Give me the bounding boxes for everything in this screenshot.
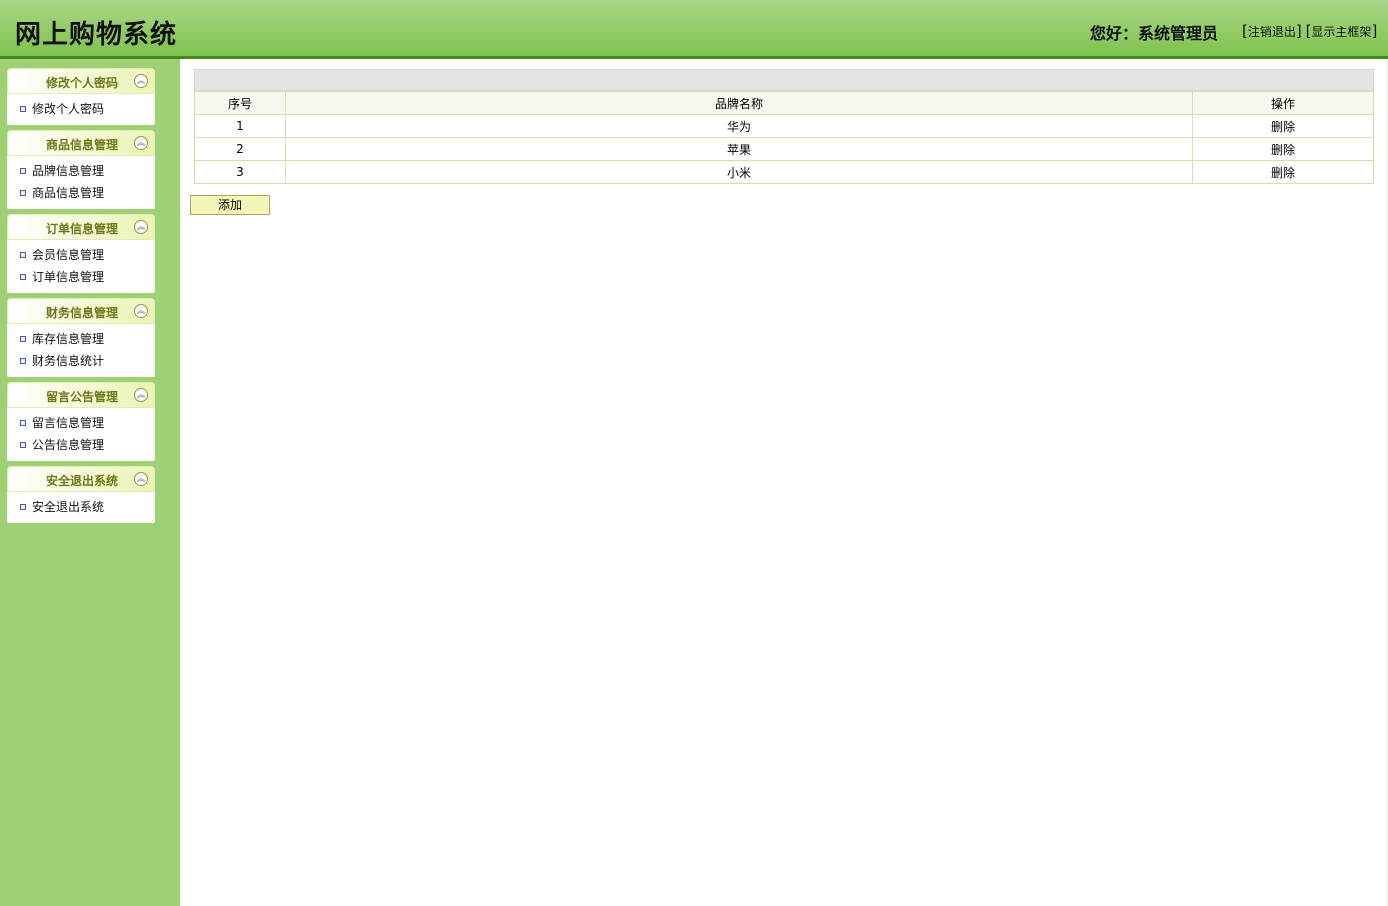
menu-item-label: 公告信息管理: [32, 438, 105, 452]
sidebar-item-messages[interactable]: 留言信息管理: [7, 412, 155, 434]
bullet-icon: [20, 168, 26, 174]
table-row: 1 华为 删除: [194, 114, 1374, 138]
menu-item-label: 品牌信息管理: [32, 164, 105, 178]
menu-item-label: 修改个人密码: [32, 102, 105, 116]
panel-header[interactable]: 订单信息管理 ︽: [7, 214, 155, 240]
delete-link[interactable]: 删除: [1192, 137, 1374, 161]
panel-header[interactable]: 修改个人密码 ︽: [7, 68, 155, 94]
menu-item-label: 财务信息统计: [32, 354, 105, 368]
collapse-icon[interactable]: ︽: [134, 304, 148, 318]
sidebar-item-finance-stats[interactable]: 财务信息统计: [7, 350, 155, 372]
bullet-icon: [20, 274, 26, 280]
logout-link[interactable]: 注销退出: [1248, 25, 1296, 39]
top-header: 网上购物系统 您好：系统管理员 [注销退出] [显示主框架]: [0, 0, 1388, 56]
sidebar-item-change-password[interactable]: 修改个人密码: [7, 98, 155, 120]
add-button[interactable]: 添加: [190, 195, 270, 215]
collapse-icon[interactable]: ︽: [134, 220, 148, 234]
menu-item-label: 留言信息管理: [32, 416, 105, 430]
sidebar-item-notices[interactable]: 公告信息管理: [7, 434, 155, 456]
sidebar-panel-goods: 商品信息管理 ︽ 品牌信息管理 商品信息管理: [7, 130, 155, 209]
collapse-icon[interactable]: ︽: [134, 472, 148, 486]
row-brand-name: 华为: [285, 114, 1193, 138]
table-caption-bar: [194, 69, 1374, 91]
menu-item-label: 安全退出系统: [32, 500, 105, 514]
sidebar-item-goods[interactable]: 商品信息管理: [7, 182, 155, 204]
main-content: 序号 品牌名称 操作 1 华为 删除 2 苹果 删除 3 小米 删除 添加: [180, 59, 1388, 906]
collapse-icon[interactable]: ︽: [134, 388, 148, 402]
sidebar-item-members[interactable]: 会员信息管理: [7, 244, 155, 266]
menu-item-label: 订单信息管理: [32, 270, 105, 284]
show-frame-link[interactable]: 显示主框架: [1311, 25, 1371, 39]
sidebar-panel-messages: 留言公告管理 ︽ 留言信息管理 公告信息管理: [7, 382, 155, 461]
delete-link[interactable]: 删除: [1192, 160, 1374, 184]
bullet-icon: [20, 190, 26, 196]
delete-link[interactable]: 删除: [1192, 114, 1374, 138]
brand-table: 序号 品牌名称 操作 1 华为 删除 2 苹果 删除 3 小米 删除: [194, 91, 1374, 184]
sidebar: 修改个人密码 ︽ 修改个人密码 商品信息管理 ︽ 品牌信息管理 商品信息管理 订…: [0, 59, 180, 906]
column-header: 品牌名称: [285, 91, 1193, 115]
column-header: 操作: [1192, 91, 1374, 115]
panel-header[interactable]: 留言公告管理 ︽: [7, 382, 155, 408]
menu-item-label: 商品信息管理: [32, 186, 105, 200]
sidebar-panel-finance: 财务信息管理 ︽ 库存信息管理 财务信息统计: [7, 298, 155, 377]
table-row: 2 苹果 删除: [194, 137, 1374, 161]
bullet-icon: [20, 442, 26, 448]
table-header-row: 序号 品牌名称 操作: [194, 91, 1374, 115]
menu-item-label: 会员信息管理: [32, 248, 105, 262]
sidebar-panel-password: 修改个人密码 ︽ 修改个人密码: [7, 68, 155, 125]
menu-item-label: 库存信息管理: [32, 332, 105, 346]
row-id: 2: [194, 137, 286, 161]
bullet-icon: [20, 336, 26, 342]
collapse-icon[interactable]: ︽: [134, 136, 148, 150]
row-id: 1: [194, 114, 286, 138]
panel-header[interactable]: 商品信息管理 ︽: [7, 130, 155, 156]
table-row: 3 小米 删除: [194, 160, 1374, 184]
user-greeting: 您好：系统管理员: [1090, 24, 1219, 43]
row-brand-name: 小米: [285, 160, 1193, 184]
panel-header[interactable]: 财务信息管理 ︽: [7, 298, 155, 324]
bullet-icon: [20, 420, 26, 426]
row-brand-name: 苹果: [285, 137, 1193, 161]
sidebar-panel-orders: 订单信息管理 ︽ 会员信息管理 订单信息管理: [7, 214, 155, 293]
sidebar-panel-exit: 安全退出系统 ︽ 安全退出系统: [7, 466, 155, 523]
header-links: [注销退出] [显示主框架]: [1242, 22, 1378, 40]
row-id: 3: [194, 160, 286, 184]
column-header: 序号: [194, 91, 286, 115]
sidebar-item-exit[interactable]: 安全退出系统: [7, 496, 155, 518]
sidebar-item-orders[interactable]: 订单信息管理: [7, 266, 155, 288]
bullet-icon: [20, 358, 26, 364]
sidebar-item-stock[interactable]: 库存信息管理: [7, 328, 155, 350]
bullet-icon: [20, 106, 26, 112]
panel-header[interactable]: 安全退出系统 ︽: [7, 466, 155, 492]
bullet-icon: [20, 252, 26, 258]
app-title: 网上购物系统: [15, 20, 178, 50]
bullet-icon: [20, 504, 26, 510]
sidebar-item-brand[interactable]: 品牌信息管理: [7, 160, 155, 182]
collapse-icon[interactable]: ︽: [134, 74, 148, 88]
